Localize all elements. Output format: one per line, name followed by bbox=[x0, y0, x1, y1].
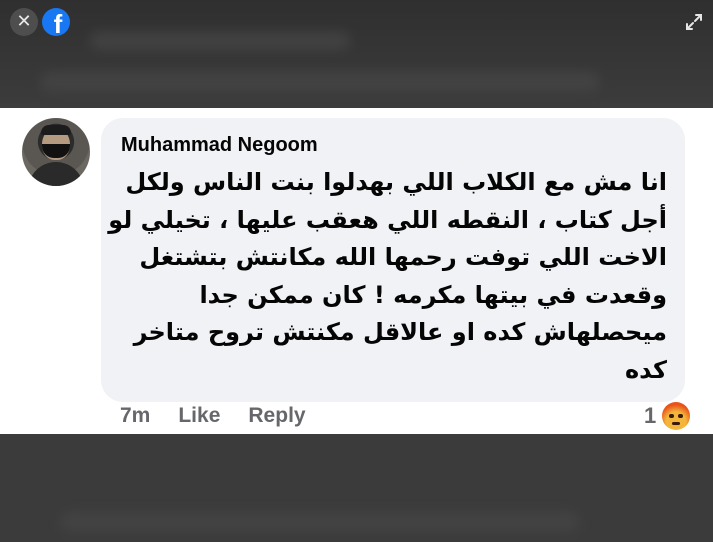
expand-icon bbox=[686, 14, 702, 30]
comment-line: كده bbox=[625, 355, 667, 384]
angry-reaction-icon bbox=[662, 402, 691, 430]
avatar-body bbox=[28, 162, 84, 186]
reaction-summary[interactable]: 1 bbox=[644, 402, 691, 430]
comment-panel: Muhammad Negoom انا مش مع الكلاب اللي به… bbox=[0, 108, 713, 434]
top-blurred-area bbox=[0, 0, 713, 108]
angry-eye bbox=[678, 414, 684, 418]
facebook-logo-icon[interactable]: f bbox=[42, 8, 70, 36]
comment-line: انا مش مع الكلاب اللي بهدلوا بنت الناس و… bbox=[125, 168, 667, 196]
facebook-logo-glyph: f bbox=[53, 9, 63, 36]
comment-line: الاخت اللي توفت رحمها الله مكانتش بتشتغل bbox=[139, 243, 667, 271]
comment-line: ميحصلهاش كده او عالاقل مكنتش تروح متاخر bbox=[133, 318, 667, 346]
angry-mouth bbox=[672, 422, 681, 425]
avatar-hair bbox=[41, 125, 71, 135]
comment-actions: 7m Like Reply bbox=[120, 404, 306, 428]
comment-timestamp[interactable]: 7m bbox=[120, 404, 150, 428]
angry-eye bbox=[669, 414, 675, 418]
comment-line: أجل كتاب ، النقطه اللي هعقب عليها ، تخيل… bbox=[108, 205, 667, 234]
expand-button[interactable] bbox=[682, 10, 706, 34]
reply-button[interactable]: Reply bbox=[248, 404, 305, 428]
reaction-count: 1 bbox=[644, 403, 657, 428]
comment-author[interactable]: Muhammad Negoom bbox=[121, 134, 318, 157]
close-button[interactable]: ✕ bbox=[10, 8, 38, 36]
avatar[interactable] bbox=[22, 118, 90, 186]
like-button[interactable]: Like bbox=[178, 404, 220, 428]
comment-text: انا مش مع الكلاب اللي بهدلوا بنت الناس و… bbox=[107, 164, 667, 389]
blurred-text-placeholder bbox=[90, 32, 350, 50]
comment-bubble: Muhammad Negoom انا مش مع الكلاب اللي به… bbox=[101, 118, 685, 402]
blurred-text-placeholder bbox=[40, 72, 600, 92]
comment-line: وقعدت في بيتها مكرمه ! كان ممكن جدا bbox=[199, 280, 667, 309]
bottom-blurred-area bbox=[0, 434, 713, 542]
close-icon: ✕ bbox=[16, 11, 32, 32]
blurred-text-placeholder bbox=[60, 512, 580, 532]
